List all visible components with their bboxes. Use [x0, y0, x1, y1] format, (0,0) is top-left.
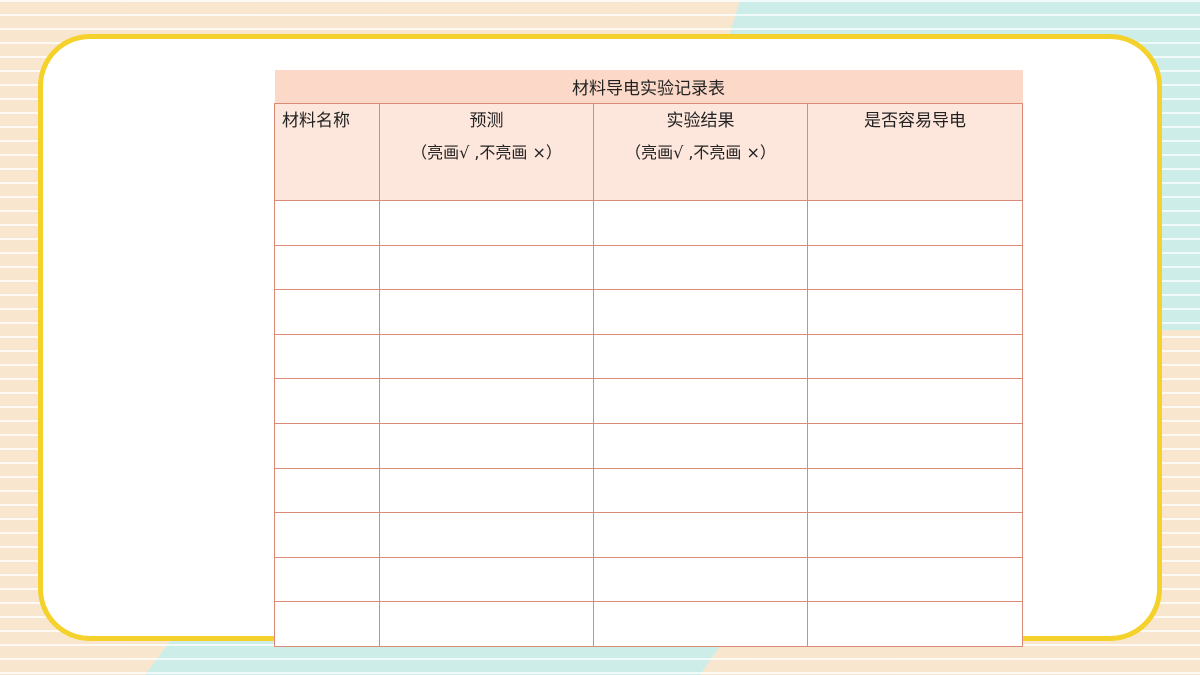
- table-cell[interactable]: [807, 289, 1023, 335]
- table-cell[interactable]: [593, 244, 808, 291]
- table-cell[interactable]: [379, 289, 594, 335]
- table-cell[interactable]: [274, 422, 380, 469]
- table-row: [274, 422, 1023, 469]
- table-row: [274, 200, 1023, 246]
- table-row: [274, 244, 1023, 291]
- table-cell[interactable]: [593, 467, 808, 514]
- column-header-label: 预测: [469, 111, 504, 131]
- table-row: [274, 512, 1023, 558]
- table-cell[interactable]: [379, 601, 594, 647]
- table-title: 材料导电实验记录表: [274, 70, 1023, 104]
- table-cell[interactable]: [274, 200, 380, 246]
- table-cell[interactable]: [593, 333, 808, 380]
- table-cell[interactable]: [274, 333, 380, 380]
- table-cell[interactable]: [379, 378, 594, 424]
- table-cell[interactable]: [274, 378, 380, 424]
- column-header-material-name: 材料名称: [274, 103, 380, 201]
- table-cell[interactable]: [274, 556, 380, 603]
- column-header-note: （亮画√ ,不亮画 ×）: [411, 143, 562, 162]
- table-cell[interactable]: [274, 244, 380, 291]
- table-cell[interactable]: [379, 244, 594, 291]
- table-cell[interactable]: [379, 333, 594, 380]
- table-cell[interactable]: [807, 467, 1023, 514]
- table-body: [274, 200, 1023, 647]
- table-cell[interactable]: [807, 244, 1023, 291]
- experiment-record-table: 材料导电实验记录表 材料名称 预测 （亮画√ ,不亮画 ×） 实验结果 （亮画√…: [274, 70, 1023, 647]
- table-cell[interactable]: [274, 467, 380, 514]
- table-cell[interactable]: [807, 200, 1023, 246]
- table-cell[interactable]: [593, 200, 808, 246]
- table-cell[interactable]: [379, 556, 594, 603]
- slide-background: 材料导电实验记录表 材料名称 预测 （亮画√ ,不亮画 ×） 实验结果 （亮画√…: [0, 0, 1200, 675]
- column-header-label: 实验结果: [666, 111, 735, 131]
- table-cell[interactable]: [593, 422, 808, 469]
- table-cell[interactable]: [379, 422, 594, 469]
- table-cell[interactable]: [807, 333, 1023, 380]
- table-header-row: 材料名称 预测 （亮画√ ,不亮画 ×） 实验结果 （亮画√ ,不亮画 ×） 是…: [274, 103, 1023, 201]
- table-cell[interactable]: [274, 289, 380, 335]
- table-cell[interactable]: [593, 512, 808, 558]
- table-row: [274, 601, 1023, 647]
- table-cell[interactable]: [379, 200, 594, 246]
- table-row: [274, 289, 1023, 335]
- table-cell[interactable]: [807, 378, 1023, 424]
- table-cell[interactable]: [807, 422, 1023, 469]
- column-header-conductivity: 是否容易导电: [807, 103, 1023, 201]
- column-header-label: 是否容易导电: [864, 111, 966, 131]
- table-cell[interactable]: [379, 467, 594, 514]
- column-header-result: 实验结果 （亮画√ ,不亮画 ×）: [593, 103, 808, 201]
- table-cell[interactable]: [593, 601, 808, 647]
- table-row: [274, 467, 1023, 514]
- table-cell[interactable]: [593, 556, 808, 603]
- table-cell[interactable]: [593, 289, 808, 335]
- table-cell[interactable]: [274, 601, 380, 647]
- table-row: [274, 378, 1023, 424]
- table-cell[interactable]: [807, 512, 1023, 558]
- table-cell[interactable]: [274, 512, 380, 558]
- table-row: [274, 556, 1023, 603]
- content-card: 材料导电实验记录表 材料名称 预测 （亮画√ ,不亮画 ×） 实验结果 （亮画√…: [38, 34, 1162, 647]
- table-row: [274, 333, 1023, 380]
- table-cell[interactable]: [807, 556, 1023, 603]
- table-cell[interactable]: [379, 512, 594, 558]
- column-header-label: 材料名称: [282, 111, 350, 131]
- table-cell[interactable]: [593, 378, 808, 424]
- column-header-prediction: 预测 （亮画√ ,不亮画 ×）: [379, 103, 594, 201]
- table-cell[interactable]: [807, 601, 1023, 647]
- column-header-note: （亮画√ ,不亮画 ×）: [625, 143, 776, 162]
- table-title-row: 材料导电实验记录表: [274, 70, 1023, 104]
